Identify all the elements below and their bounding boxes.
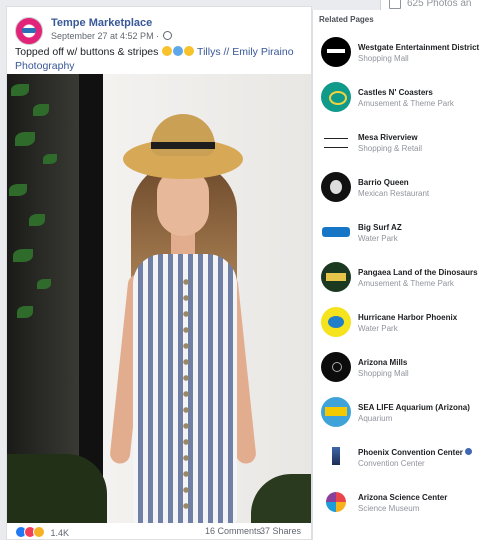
related-pages-title: Related Pages (319, 15, 374, 24)
tag-separator: // (223, 46, 230, 58)
related-page-avatar[interactable] (321, 442, 351, 472)
related-page-category: Water Park (358, 234, 398, 243)
photo-subject (107, 104, 277, 523)
post-text: Topped off w/ buttons & stripes Tillys /… (15, 45, 305, 73)
related-page-category: Aquarium (358, 414, 393, 423)
related-page-name[interactable]: Arizona Mills (358, 358, 407, 367)
photo-pole (79, 74, 103, 523)
reaction-count[interactable]: 1.4K (51, 528, 70, 538)
tag-tillys-link[interactable]: Tillys (197, 46, 221, 58)
post-card: Tempe Marketplace September 27 at 4:52 P… (6, 6, 312, 540)
post-photo[interactable] (7, 74, 311, 523)
related-page-avatar[interactable] (321, 127, 351, 157)
related-pages-list: Westgate Entertainment District Shopping… (321, 35, 490, 530)
shares-count[interactable]: 37 Shares (260, 526, 301, 536)
related-page-name[interactable]: Barrio Queen (358, 178, 409, 187)
related-page-item[interactable]: Castles N' Coasters Amusement & Theme Pa… (321, 80, 490, 125)
verified-badge-icon (464, 448, 472, 455)
related-page-avatar[interactable] (321, 172, 351, 202)
related-page-category: Water Park (358, 324, 398, 333)
blue-heart-emoji-icon (172, 46, 183, 56)
related-page-category: Convention Center (358, 459, 425, 468)
related-page-category: Shopping & Retail (358, 144, 423, 153)
smile-emoji-icon (183, 46, 194, 56)
photo-icon (389, 0, 401, 9)
related-page-name[interactable]: Phoenix Convention Center (358, 448, 472, 457)
photo-vine (7, 74, 77, 334)
related-page-category: Amusement & Theme Park (358, 99, 454, 108)
related-page-item[interactable]: SEA LIFE Aquarium (Arizona) Aquarium (321, 395, 490, 440)
post-header: Tempe Marketplace September 27 at 4:52 P… (15, 15, 305, 47)
related-page-name[interactable]: SEA LIFE Aquarium (Arizona) (358, 403, 470, 412)
related-page-item[interactable]: Phoenix Convention Center Convention Cen… (321, 440, 490, 485)
related-page-category: Science Museum (358, 504, 420, 513)
related-page-avatar[interactable] (321, 352, 351, 382)
post-footer: 1.4K 16 Comments 37 Shares (15, 526, 305, 538)
related-page-item[interactable]: Big Surf AZ Water Park (321, 215, 490, 260)
related-page-item[interactable]: Mesa Riverview Shopping & Retail (321, 125, 490, 170)
related-page-item[interactable]: Hurricane Harbor Phoenix Water Park (321, 305, 490, 350)
related-page-item[interactable]: Barrio Queen Mexican Restaurant (321, 170, 490, 215)
related-page-avatar[interactable] (321, 217, 351, 247)
photo-bush (7, 454, 107, 523)
related-page-category: Mexican Restaurant (358, 189, 430, 198)
related-page-avatar[interactable] (321, 307, 351, 337)
related-page-name-text[interactable]: Phoenix Convention Center (358, 448, 463, 457)
related-page-avatar[interactable] (321, 487, 351, 517)
page-avatar[interactable] (15, 17, 43, 45)
reactions[interactable]: 1.4K (15, 526, 69, 538)
globe-icon[interactable] (162, 31, 172, 40)
background-window-text: 625 Photos an (407, 0, 472, 9)
related-page-category: Shopping Mall (358, 369, 409, 378)
related-page-item[interactable]: Arizona Mills Shopping Mall (321, 350, 490, 395)
related-page-avatar[interactable] (321, 82, 351, 112)
comments-count[interactable]: 16 Comments (205, 526, 261, 536)
smile-emoji-icon (161, 46, 172, 56)
related-page-name[interactable]: Arizona Science Center (358, 493, 447, 502)
page-name-link[interactable]: Tempe Marketplace (51, 17, 152, 29)
wow-reaction-icon (33, 526, 45, 538)
related-page-name[interactable]: Pangaea Land of the Dinosaurs (358, 268, 478, 277)
related-page-name[interactable]: Castles N' Coasters (358, 88, 433, 97)
post-text-body: Topped off w/ buttons & stripes (15, 46, 159, 58)
related-page-avatar[interactable] (321, 37, 351, 67)
related-page-name[interactable]: Big Surf AZ (358, 223, 402, 232)
meta-separator: · (156, 31, 160, 41)
post-timestamp[interactable]: September 27 at 4:52 PM (51, 31, 154, 41)
related-page-name[interactable]: Hurricane Harbor Phoenix (358, 313, 457, 322)
related-page-item[interactable]: Pangaea Land of the Dinosaurs Amusement … (321, 260, 490, 305)
related-page-name[interactable]: Westgate Entertainment District (358, 43, 479, 52)
related-pages-panel: Related Pages Westgate Entertainment Dis… (312, 10, 490, 540)
related-page-category: Shopping Mall (358, 54, 409, 63)
related-page-avatar[interactable] (321, 262, 351, 292)
post-meta: September 27 at 4:52 PM · (51, 31, 172, 41)
related-page-item[interactable]: Arizona Science Center Science Museum (321, 485, 490, 530)
related-page-category: Amusement & Theme Park (358, 279, 454, 288)
related-page-name[interactable]: Mesa Riverview (358, 133, 418, 142)
related-page-avatar[interactable] (321, 397, 351, 427)
related-page-item[interactable]: Westgate Entertainment District Shopping… (321, 35, 490, 80)
